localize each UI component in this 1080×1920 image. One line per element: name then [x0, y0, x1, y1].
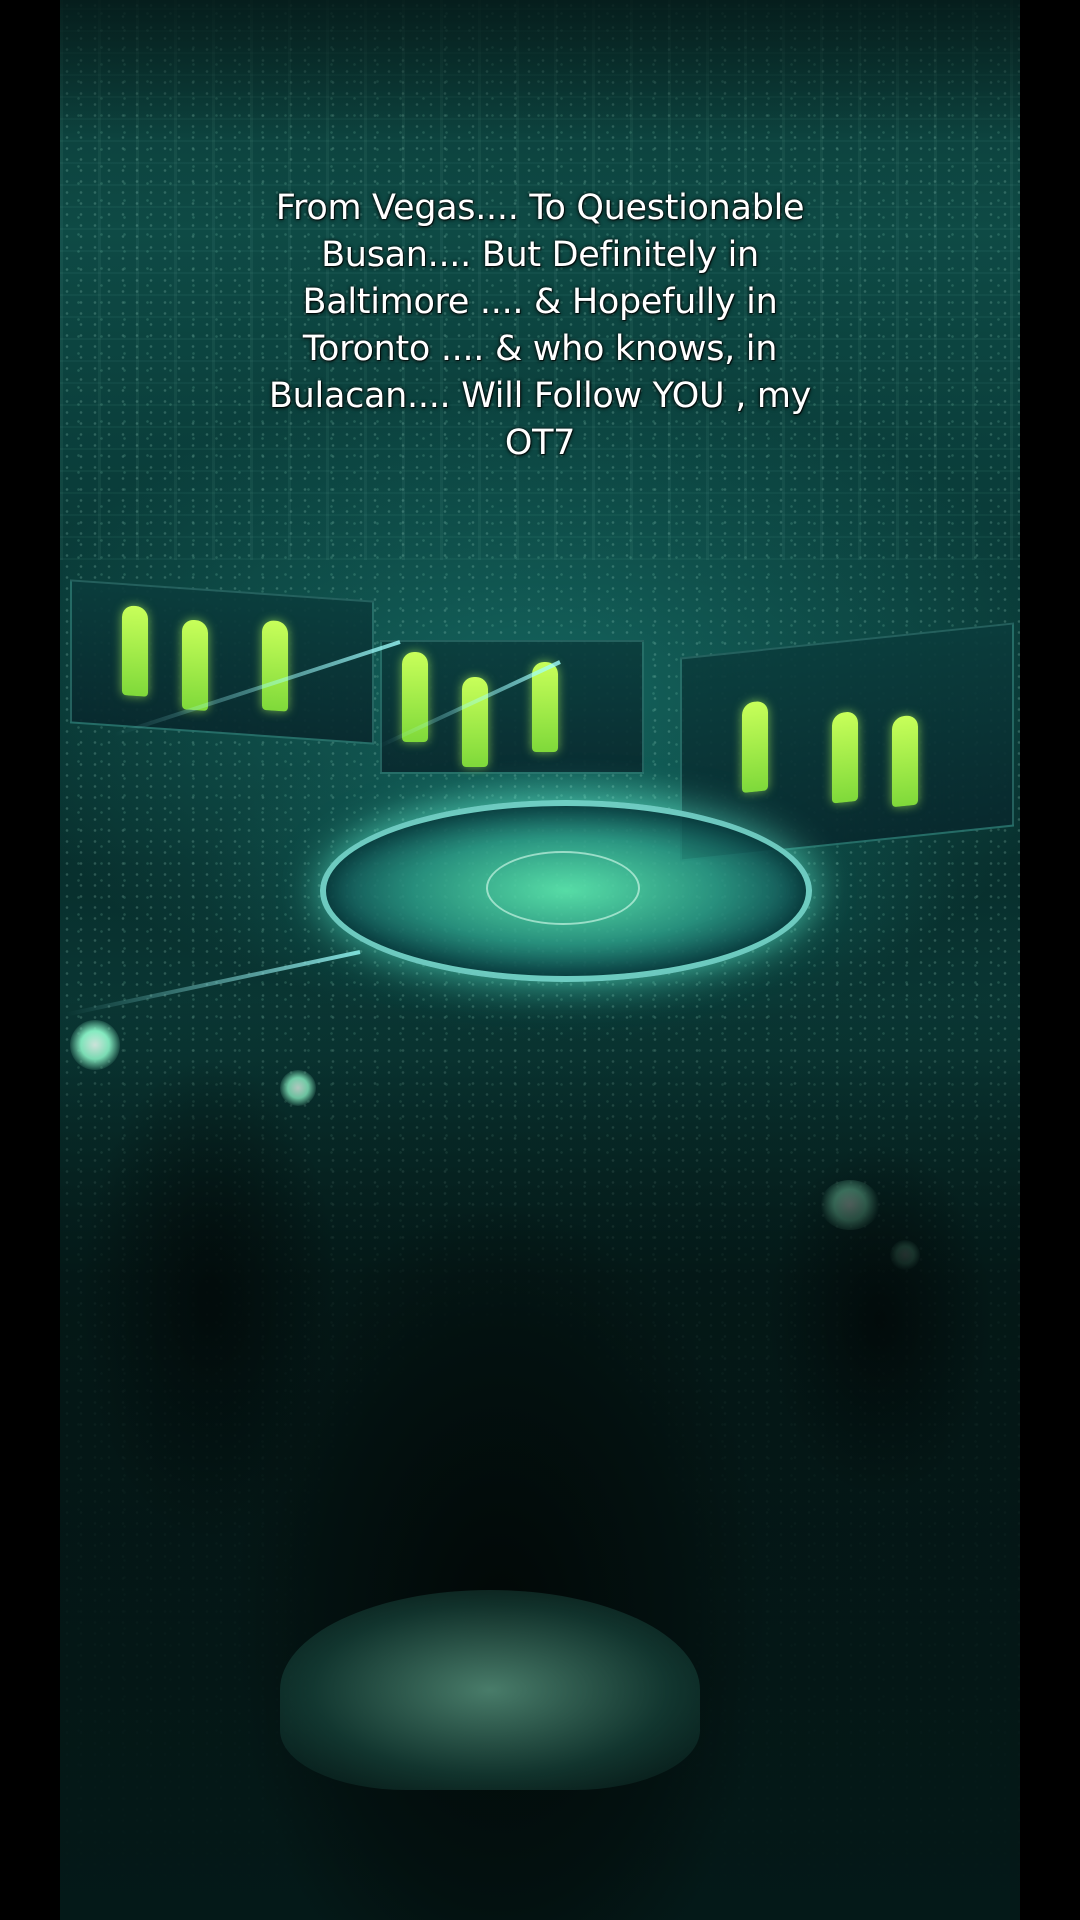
- performer-figure: [462, 677, 488, 767]
- performer-figure: [832, 710, 858, 804]
- performer-figure: [892, 714, 918, 808]
- performer-figure: [182, 619, 208, 712]
- performer-figure: [262, 619, 288, 712]
- video-frame[interactable]: From Vegas.... To Questionable Busan....…: [0, 0, 1080, 1920]
- center-screen: [380, 640, 644, 774]
- audience-shirt-collar: [280, 1590, 700, 1790]
- video-caption: From Vegas.... To Questionable Busan....…: [268, 188, 812, 463]
- performer-figure: [532, 662, 558, 752]
- performer-figure: [742, 700, 768, 794]
- performer-figure: [122, 605, 148, 697]
- main-stage: [320, 800, 812, 982]
- stage-center-circle: [486, 851, 640, 925]
- stadium-roof: [60, 0, 1020, 140]
